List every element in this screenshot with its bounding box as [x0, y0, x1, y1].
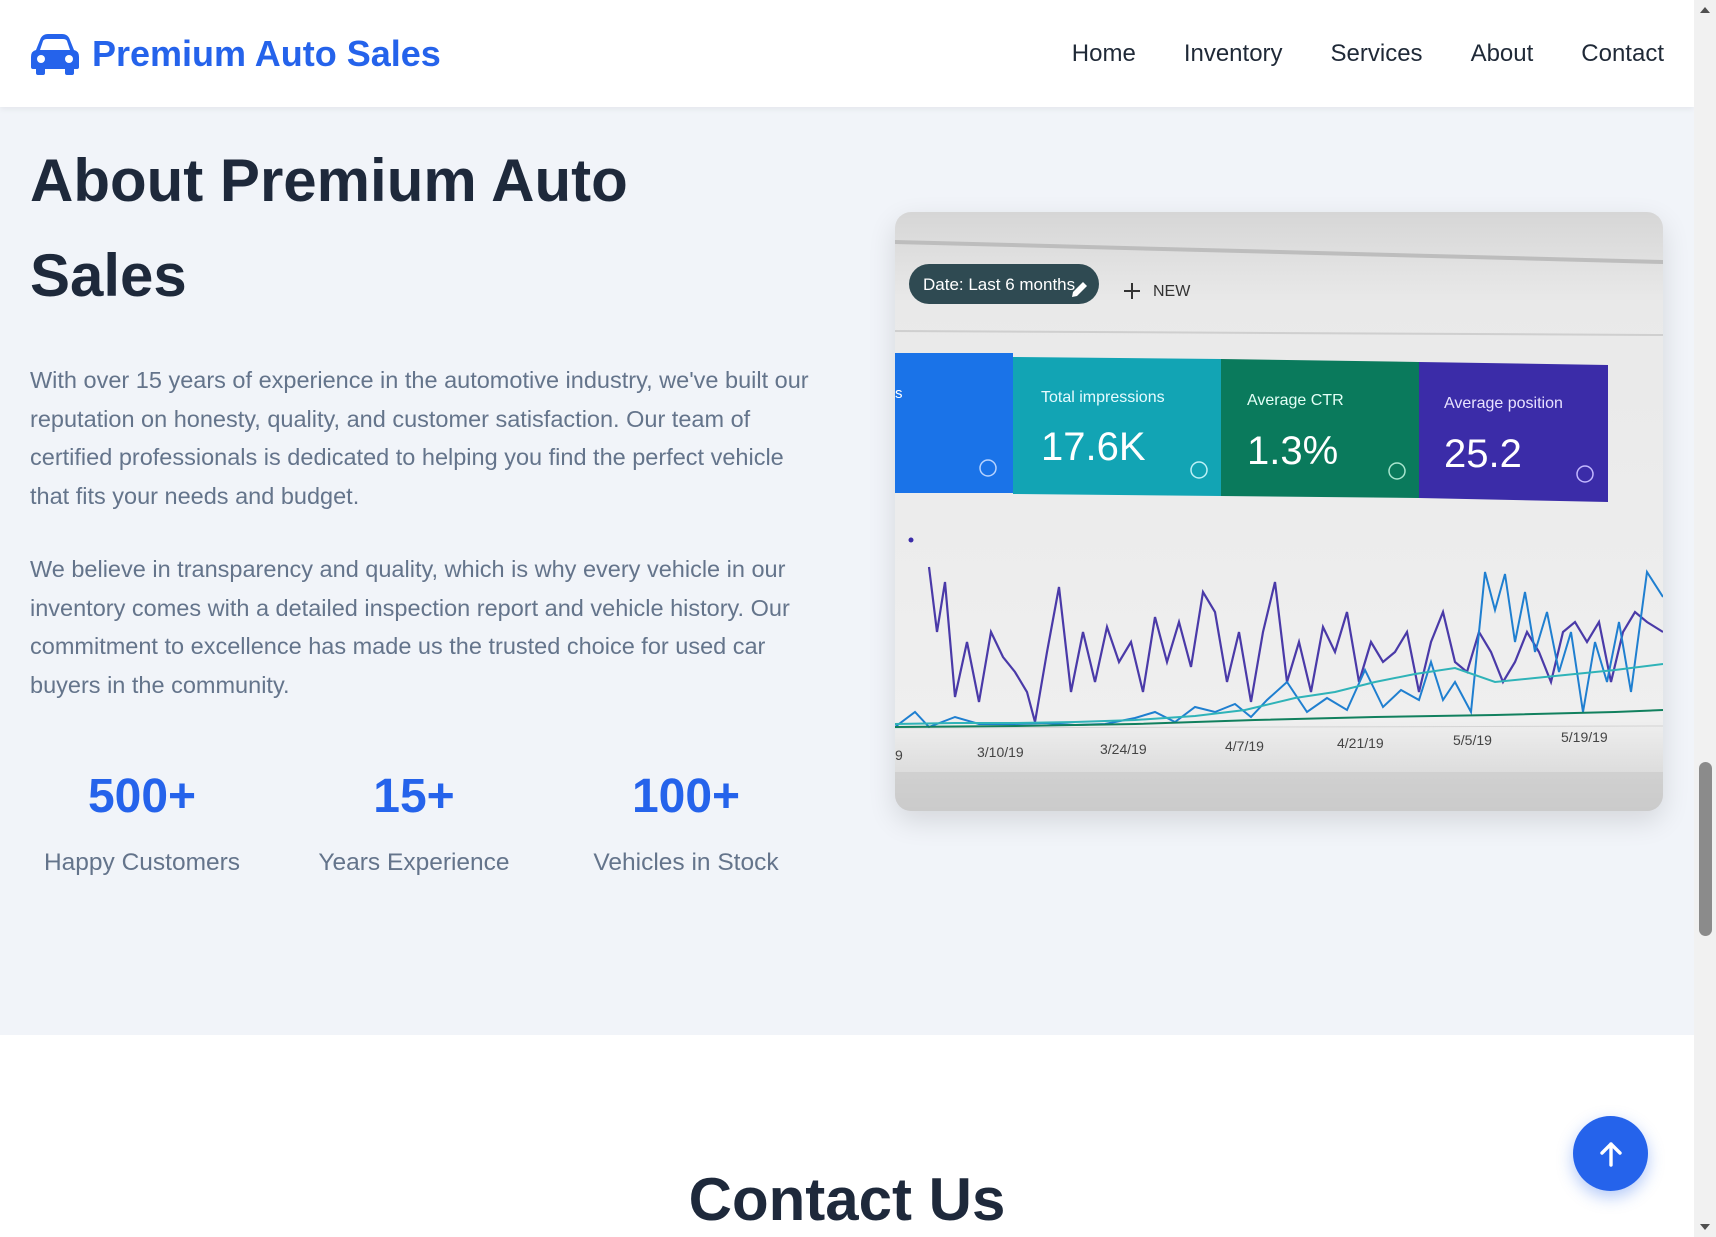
metric-value: 25.2: [1444, 432, 1522, 476]
metric-value: 1.3%: [1247, 429, 1338, 473]
nav-inventory[interactable]: Inventory: [1184, 40, 1283, 68]
x-tick-label: 4/21/19: [1337, 735, 1384, 751]
main-nav: Home Inventory Services About Contact: [1072, 40, 1664, 68]
page-scrollbar[interactable]: [1694, 0, 1716, 1237]
metric-partial-label: s: [895, 385, 903, 402]
x-tick-label: 9: [895, 747, 903, 763]
about-section: About Premium Auto Sales With over 15 ye…: [0, 107, 1694, 1035]
stat-label: Years Experience: [318, 849, 510, 876]
page: Premium Auto Sales Home Inventory Servic…: [0, 0, 1716, 1237]
stat-label: Vehicles in Stock: [593, 849, 779, 876]
arrow-up-icon: [1599, 1141, 1622, 1167]
metric-label: Total impressions: [1041, 389, 1165, 406]
brand-name: Premium Auto Sales: [92, 32, 441, 74]
site-header: Premium Auto Sales Home Inventory Servic…: [0, 0, 1694, 107]
metric-label: Average position: [1444, 395, 1563, 412]
stat-number: 100+: [631, 770, 741, 823]
x-tick-label: 3/10/19: [977, 744, 1024, 760]
about-paragraph: With over 15 years of experience in the …: [30, 367, 809, 509]
x-tick-label: 5/19/19: [1561, 729, 1608, 745]
about-title: About Premium Auto Sales: [30, 147, 628, 309]
contact-section: Contact Us: [0, 1035, 1694, 1237]
contact-title: Contact Us: [688, 1166, 1006, 1233]
stat-label: Happy Customers: [43, 849, 241, 876]
scroll-up-arrow-icon[interactable]: [1694, 0, 1716, 20]
stat-happy-customers: 500+ Happy Customers: [12, 757, 272, 877]
stat-number: 15+: [373, 770, 455, 823]
dashboard-photo-svg: Date: Last 6 months NEW s Total impressi…: [895, 212, 1663, 811]
stat-vehicles-in-stock: 100+ Vehicles in Stock: [556, 757, 816, 877]
stat-years-experience: 15+ Years Experience: [284, 757, 544, 877]
metric-label: Average CTR: [1247, 392, 1344, 409]
nav-contact[interactable]: Contact: [1581, 40, 1664, 68]
new-label: NEW: [1153, 283, 1191, 300]
analytics-dashboard-photo: Date: Last 6 months NEW s Total impressi…: [895, 212, 1663, 811]
nav-about[interactable]: About: [1471, 40, 1534, 68]
stat-number: 500+: [87, 770, 197, 823]
x-tick-label: 5/5/19: [1453, 732, 1492, 748]
x-tick-label: 4/7/19: [1225, 738, 1264, 754]
back-to-top-button[interactable]: [1573, 1116, 1648, 1191]
nav-home[interactable]: Home: [1072, 40, 1136, 68]
car-icon: [31, 33, 79, 75]
scroll-down-arrow-icon[interactable]: [1694, 1217, 1716, 1237]
x-tick-label: 3/24/19: [1100, 741, 1147, 757]
nav-services[interactable]: Services: [1331, 40, 1423, 68]
brand-logo[interactable]: Premium Auto Sales: [30, 32, 441, 76]
about-paragraph: We believe in transparency and quality, …: [30, 556, 790, 698]
date-filter-label: Date: Last 6 months: [923, 275, 1075, 294]
scrollbar-thumb[interactable]: [1699, 762, 1712, 936]
metric-value: 17.6K: [1041, 425, 1146, 469]
